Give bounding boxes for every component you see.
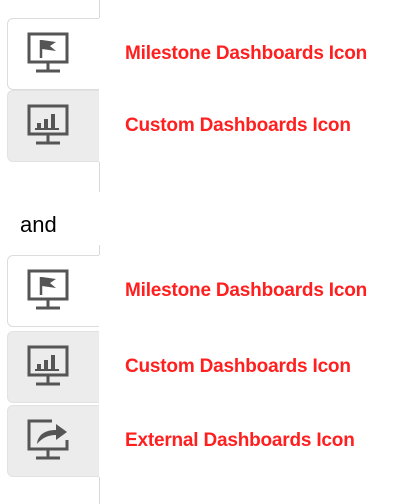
nav-item-external-dashboards[interactable]: External Dashboards Icon (0, 405, 418, 477)
nav-tile[interactable] (7, 331, 99, 403)
nav-item-label: Milestone Dashboards Icon (125, 280, 368, 301)
monitor-share-arrow-icon (27, 419, 69, 460)
monitor-flag-icon (27, 269, 69, 310)
nav-item-label: Custom Dashboards Icon (125, 356, 351, 377)
nav-item-label: External Dashboards Icon (125, 430, 355, 451)
icon-group-2: Milestone Dashboards Icon Custom Dashboa… (0, 0, 418, 504)
monitor-bar-chart-icon (27, 345, 69, 386)
nav-item-custom-dashboards[interactable]: Custom Dashboards Icon (0, 331, 418, 403)
rail-divider (99, 477, 100, 504)
nav-tile[interactable] (7, 405, 99, 477)
nav-item-milestone-dashboards[interactable]: Milestone Dashboards Icon (0, 255, 418, 327)
nav-tile[interactable] (7, 255, 99, 327)
